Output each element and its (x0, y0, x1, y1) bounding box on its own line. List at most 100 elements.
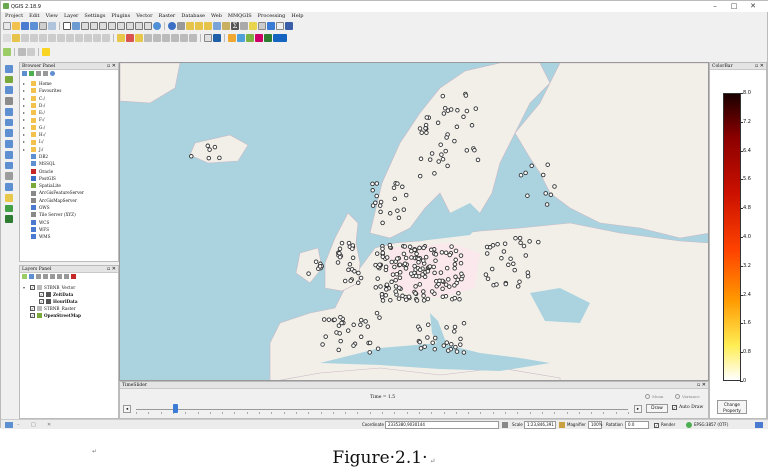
highlight-pinned-icon[interactable] (144, 34, 152, 42)
plugin-chart-icon[interactable] (255, 34, 263, 42)
rotation-field[interactable]: 0.0 (625, 421, 649, 429)
pan-icon[interactable] (63, 22, 71, 30)
auto-draw-checkbox[interactable]: ✓ Auto Draw (672, 405, 703, 410)
layer-labeling-icon[interactable] (126, 34, 134, 42)
expand-arrow-icon[interactable]: ▸ (23, 131, 28, 138)
browser-item[interactable]: ▸ C:/ (23, 95, 118, 102)
log-messages-icon[interactable] (755, 422, 763, 428)
table-plugin-icon[interactable] (27, 48, 35, 56)
panel-close-icon[interactable]: ▫ ✕ (107, 63, 116, 70)
browser-item[interactable]: ▸ G:/ (23, 124, 118, 131)
new-shapefile-icon[interactable] (5, 193, 13, 202)
rotate-label-icon[interactable] (162, 34, 170, 42)
label-icon[interactable] (117, 34, 125, 42)
slider-prev-button[interactable]: ◂ (123, 405, 131, 413)
zoom-last-icon[interactable] (135, 22, 143, 30)
layer-visibility-checkbox[interactable]: ✓ (39, 299, 44, 304)
plugin-shield-icon[interactable] (213, 34, 221, 42)
menu-layer[interactable]: Layer (64, 12, 78, 20)
browser-item[interactable]: ▸ J:/ (23, 146, 118, 153)
pin-labels-icon[interactable] (135, 34, 143, 42)
maximize-icon[interactable]: □ (728, 2, 740, 11)
menu-database[interactable]: Database (181, 12, 205, 20)
panel-close-icon[interactable]: ▫ ✕ (107, 266, 116, 273)
close-icon[interactable]: ✕ (747, 2, 759, 11)
copy-features-icon[interactable] (75, 34, 83, 42)
add-feature-icon[interactable] (30, 34, 38, 42)
new-bookmark-icon[interactable] (267, 22, 275, 30)
new-geopackage-icon[interactable] (5, 215, 13, 224)
zoom-to-layer-icon[interactable] (126, 22, 134, 30)
save-project-icon[interactable] (21, 22, 29, 30)
browser-item[interactable]: DB2 (23, 153, 118, 160)
taskbar-maximize-icon[interactable]: □ (31, 420, 36, 430)
change-label-icon[interactable] (171, 34, 179, 42)
browser-item[interactable]: WMS (23, 233, 118, 240)
expand-arrow-icon[interactable]: ▸ (23, 138, 28, 145)
mean-radio[interactable]: Mean (645, 394, 663, 399)
expand-arrow-icon[interactable]: ▸ (23, 95, 28, 102)
browser-item[interactable]: MSSQL (23, 160, 118, 167)
coordinate-field[interactable]: 2335380,9030144 (385, 421, 499, 429)
browser-item[interactable]: Tile Server (XYZ) (23, 211, 118, 218)
browser-item[interactable]: ▸ Home (23, 80, 118, 87)
add-spatialite-icon[interactable] (5, 97, 13, 105)
delete-selected-icon[interactable] (57, 34, 65, 42)
browser-item[interactable]: ArcGisMapServer (23, 197, 118, 204)
zoom-next-icon[interactable] (144, 22, 152, 30)
variance-radio[interactable]: Variance (675, 394, 700, 399)
print-composer-icon[interactable] (39, 22, 47, 30)
browser-item[interactable]: ▸ F:/ (23, 116, 118, 123)
identify-icon[interactable] (168, 22, 176, 30)
plugin-db-icon[interactable] (237, 34, 245, 42)
expand-arrow-icon[interactable]: ▸ (23, 80, 28, 87)
move-label-icon[interactable] (153, 34, 161, 42)
minimize-icon[interactable]: – (709, 2, 721, 11)
select-features-icon[interactable] (186, 22, 194, 30)
open-project-icon[interactable] (12, 22, 20, 30)
magnifier-field[interactable]: 100% (588, 421, 602, 429)
measure-icon[interactable] (240, 22, 248, 30)
refresh-icon[interactable] (153, 22, 161, 30)
zoom-native-icon[interactable] (99, 22, 107, 30)
render-checkbox[interactable]: ✓ Render (654, 420, 675, 430)
map-tips-icon[interactable] (249, 22, 257, 30)
show-bookmarks-icon[interactable] (276, 22, 284, 30)
add-postgis-icon[interactable] (5, 86, 13, 95)
expand-arrow-icon[interactable]: ▾ (23, 284, 28, 291)
messages-icon[interactable] (5, 422, 13, 428)
current-edits-icon[interactable] (3, 34, 11, 42)
zoom-to-selection-icon[interactable] (117, 22, 125, 30)
collapse-all-icon[interactable] (43, 71, 48, 76)
python-plugin-icon[interactable] (42, 48, 50, 56)
browser-item[interactable]: Oracle (23, 168, 118, 175)
panel-close-icon[interactable]: ▫ ✕ (697, 382, 706, 389)
add-group-icon[interactable] (29, 274, 34, 279)
refresh-icon[interactable] (29, 71, 34, 76)
redo-icon[interactable] (102, 34, 110, 42)
zoom-full-icon[interactable] (108, 22, 116, 30)
composer-manager-icon[interactable] (48, 22, 56, 30)
add-wcs-icon[interactable] (5, 150, 13, 159)
layer-item[interactable]: ✓ STBNB_Raster (23, 305, 118, 312)
slider-next-button[interactable]: ▸ (634, 405, 642, 413)
add-mssql-icon[interactable] (5, 107, 13, 116)
paste-features-icon[interactable] (84, 34, 92, 42)
python-console-icon[interactable] (204, 34, 212, 42)
attribute-table-icon[interactable] (213, 22, 221, 30)
zoom-in-icon[interactable] (81, 22, 89, 30)
field-calculator-icon[interactable] (222, 22, 230, 30)
expand-arrow-icon[interactable]: ▸ (23, 109, 28, 116)
add-delimited-text-icon[interactable] (5, 172, 13, 181)
remove-layer-icon[interactable] (71, 274, 76, 279)
manage-visibility-icon[interactable] (36, 274, 41, 279)
layer-item[interactable]: ✓ HourlData (23, 298, 118, 305)
label-properties-icon[interactable] (189, 34, 197, 42)
expand-all-icon[interactable] (57, 274, 62, 279)
new-project-icon[interactable] (3, 22, 11, 30)
zoom-out-icon[interactable] (90, 22, 98, 30)
browser-item[interactable]: ▸ E:/ (23, 109, 118, 116)
add-wms-icon[interactable] (5, 140, 13, 148)
plugin-star-icon[interactable] (228, 34, 236, 42)
digitize-plugin-icon[interactable] (3, 48, 11, 56)
